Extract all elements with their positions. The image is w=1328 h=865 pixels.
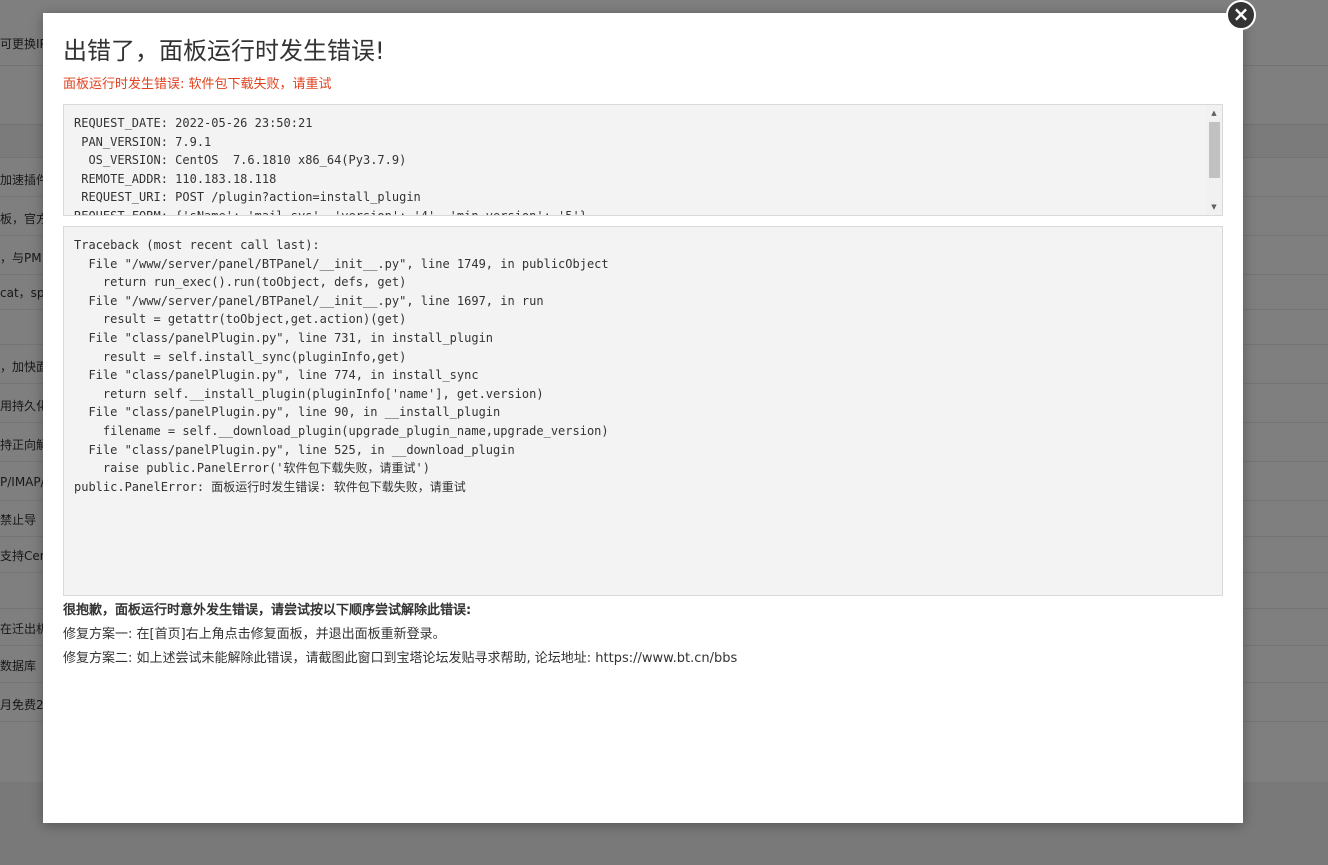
dialog-title: 出错了，面板运行时发生错误! — [63, 37, 385, 65]
request-info-line: REMOTE_ADDR: 110.183.18.118 — [74, 171, 277, 186]
traceback-line: result = self.install_sync(pluginInfo,ge… — [74, 349, 407, 364]
traceback-line: File "class/panelPlugin.py", line 731, i… — [74, 330, 494, 345]
error-dialog: 出错了，面板运行时发生错误! 面板运行时发生错误: 软件包下载失败，请重试 RE… — [43, 13, 1243, 823]
request-info-box[interactable]: REQUEST_DATE: 2022-05-26 23:50:21 PAN_VE… — [63, 104, 1223, 216]
request-info-text: REQUEST_DATE: 2022-05-26 23:50:21 PAN_VE… — [74, 114, 587, 216]
traceback-line: File "class/panelPlugin.py", line 525, i… — [74, 442, 515, 457]
traceback-line: return self.__install_plugin(pluginInfo[… — [74, 386, 544, 401]
request-info-line: PAN_VERSION: 7.9.1 — [74, 134, 212, 149]
request-info-line: REQUEST_FORM: {'sName': 'mail_sys', 'ver… — [74, 208, 587, 216]
scrollbar-thumb[interactable] — [1209, 122, 1220, 178]
traceback-line: File "class/panelPlugin.py", line 90, in… — [74, 405, 501, 420]
help-section: 很抱歉，面板运行时意外发生错误，请尝试按以下顺序尝试解除此错误: 修复方案一: … — [63, 599, 737, 671]
fix-option-two: 修复方案二: 如上述尝试未能解除此错误，请截图此窗口到宝塔论坛发贴寻求帮助, 论… — [63, 651, 738, 666]
traceback-line: filename = self.__download_plugin(upgrad… — [74, 423, 609, 438]
request-info-scrollbar[interactable]: ▲ ▼ — [1206, 105, 1222, 215]
request-info-line: REQUEST_DATE: 2022-05-26 23:50:21 — [74, 116, 313, 130]
scroll-up-arrow-icon[interactable]: ▲ — [1206, 106, 1222, 120]
close-icon[interactable]: × — [1226, 0, 1256, 30]
help-title: 很抱歉，面板运行时意外发生错误，请尝试按以下顺序尝试解除此错误: — [63, 603, 472, 618]
traceback-line: File "class/panelPlugin.py", line 774, i… — [74, 368, 479, 383]
request-info-line: OS_VERSION: CentOS 7.6.1810 x86_64(Py3.7… — [74, 153, 407, 168]
request-info-line: REQUEST_URI: POST /plugin?action=install… — [74, 190, 421, 205]
traceback-line: File "/www/server/panel/BTPanel/__init__… — [74, 256, 609, 271]
traceback-line: return run_exec().run(toObject, defs, ge… — [74, 275, 407, 290]
traceback-line: raise public.PanelError('软件包下载失败，请重试') — [74, 461, 430, 476]
traceback-text: Traceback (most recent call last): File … — [74, 236, 609, 496]
traceback-line: Traceback (most recent call last): — [74, 238, 320, 252]
scroll-down-arrow-icon[interactable]: ▼ — [1206, 200, 1222, 214]
traceback-line: public.PanelError: 面板运行时发生错误: 软件包下载失败，请重… — [74, 479, 466, 494]
error-message: 面板运行时发生错误: 软件包下载失败，请重试 — [63, 77, 332, 92]
traceback-box[interactable]: Traceback (most recent call last): File … — [63, 226, 1223, 596]
traceback-line: result = getattr(toObject,get.action)(ge… — [74, 312, 407, 327]
traceback-line: File "/www/server/panel/BTPanel/__init__… — [74, 293, 544, 308]
fix-option-one: 修复方案一: 在[首页]右上角点击修复面板，并退出面板重新登录。 — [63, 627, 446, 642]
